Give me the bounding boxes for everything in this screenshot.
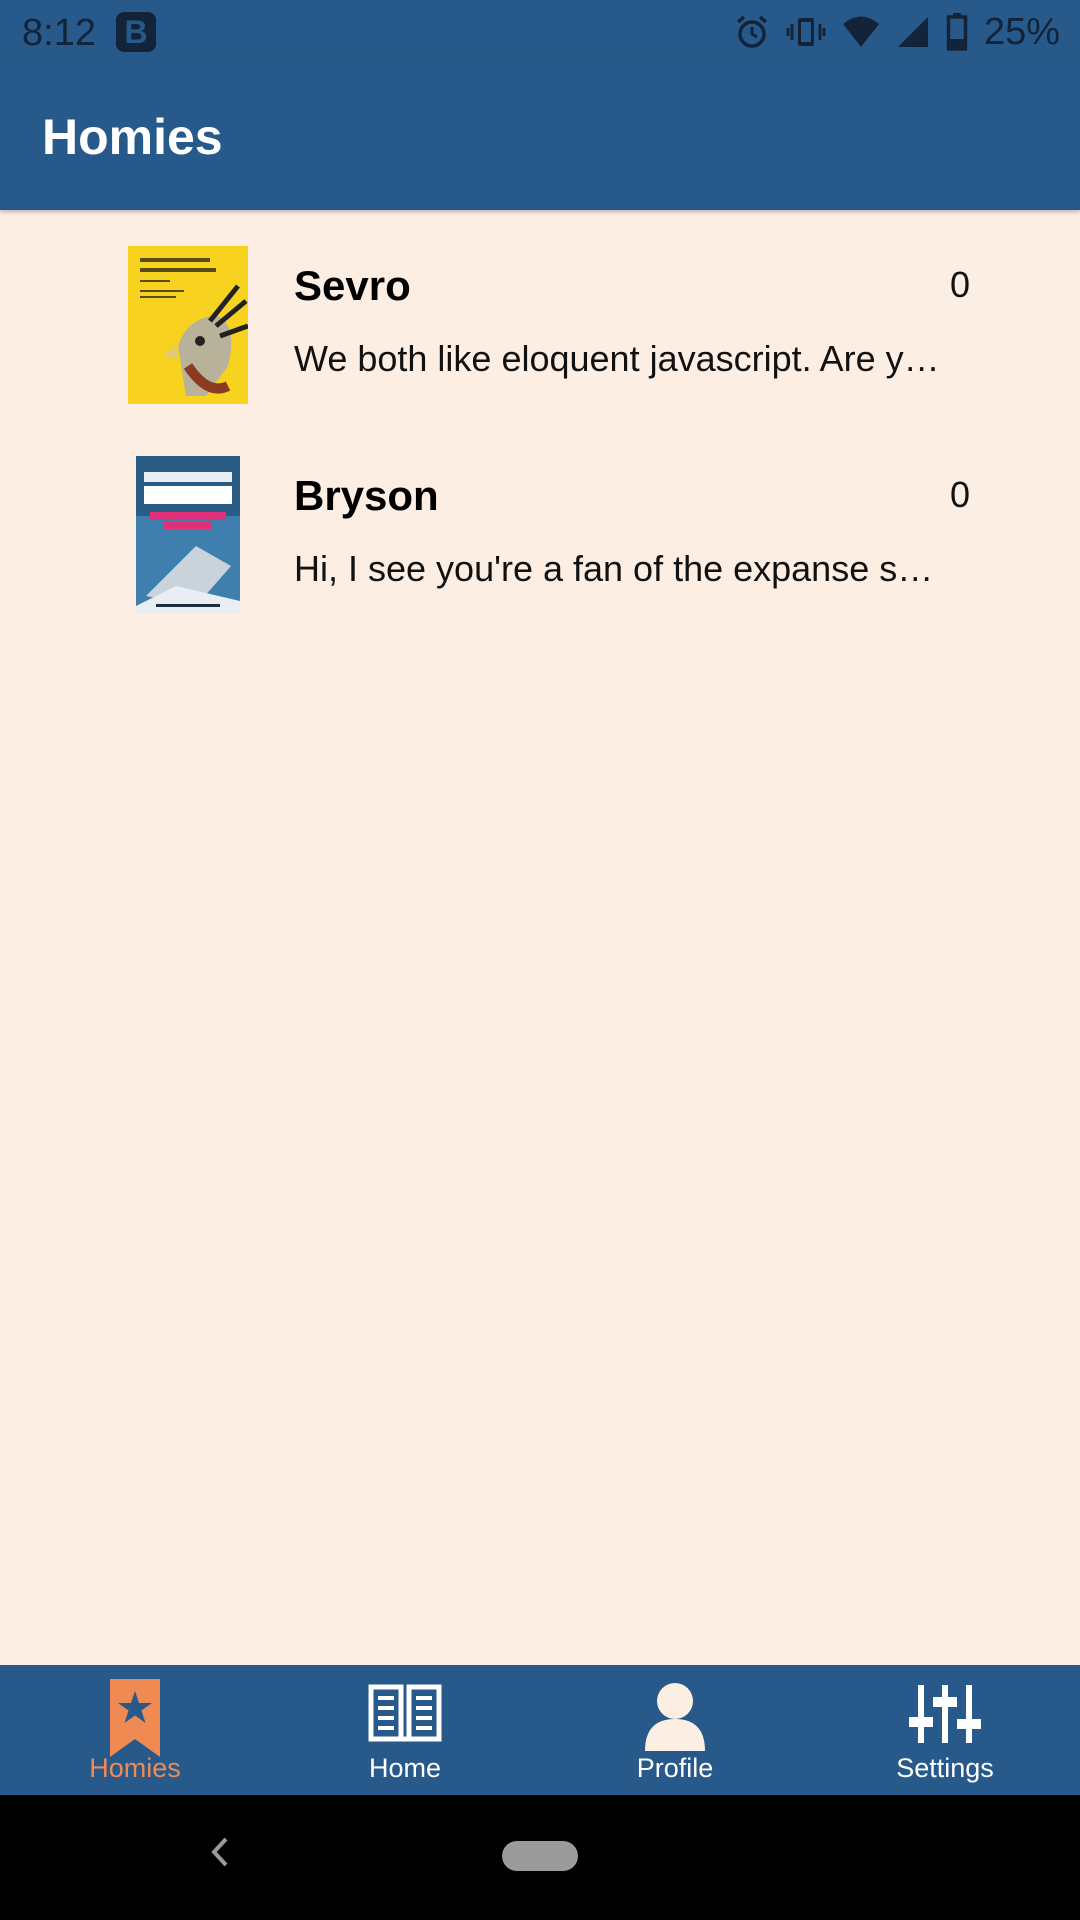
status-time: 8:12 — [22, 12, 96, 54]
status-bar: 8:12 B 25% — [0, 0, 1080, 64]
nav-label: Settings — [896, 1753, 994, 1783]
nav-home[interactable]: Home — [270, 1665, 540, 1795]
conversation-name: Sevro — [294, 262, 411, 309]
battery-percent: 25% — [983, 10, 1060, 53]
back-icon[interactable] — [208, 1835, 232, 1869]
alarm-icon — [736, 15, 768, 48]
person-icon — [645, 1683, 705, 1751]
nav-profile[interactable]: Profile — [540, 1665, 810, 1795]
bottom-nav: Homies Home Profile Settings — [0, 1665, 1080, 1795]
nav-label: Profile — [636, 1753, 714, 1783]
nav-label: Homies — [89, 1753, 181, 1783]
system-nav-bar — [0, 1795, 1080, 1920]
signal-icon — [897, 17, 928, 47]
conversation-preview: We both like eloquent javascript. Are yo… — [294, 338, 944, 379]
vibrate-icon — [786, 18, 826, 46]
battery-icon — [946, 13, 968, 51]
page-title: Homies — [42, 109, 223, 165]
app-bar: Homies — [0, 64, 1080, 210]
open-book-icon — [368, 1684, 442, 1742]
conversation-item[interactable]: Sevro We both like eloquent javascript. … — [0, 230, 1080, 440]
conversation-name: Bryson — [294, 472, 439, 519]
conversation-preview: Hi, I see you're a fan of the expanse se… — [294, 548, 944, 589]
b-icon: B — [116, 12, 156, 52]
wifi-icon — [842, 16, 879, 47]
eloquent-javascript-cover — [128, 246, 248, 404]
unread-count: 0 — [949, 474, 970, 515]
nav-homies[interactable]: Homies — [0, 1665, 270, 1795]
home-pill[interactable] — [502, 1841, 578, 1871]
leviathan-wakes-cover — [136, 456, 240, 614]
status-icons: 25% — [734, 10, 1060, 54]
sliders-icon — [909, 1685, 981, 1743]
unread-count: 0 — [949, 264, 970, 305]
conversation-item[interactable]: Bryson Hi, I see you're a fan of the exp… — [0, 440, 1080, 650]
nav-label: Home — [368, 1753, 442, 1783]
nav-settings[interactable]: Settings — [810, 1665, 1080, 1795]
bookmark-star-icon — [110, 1679, 160, 1757]
